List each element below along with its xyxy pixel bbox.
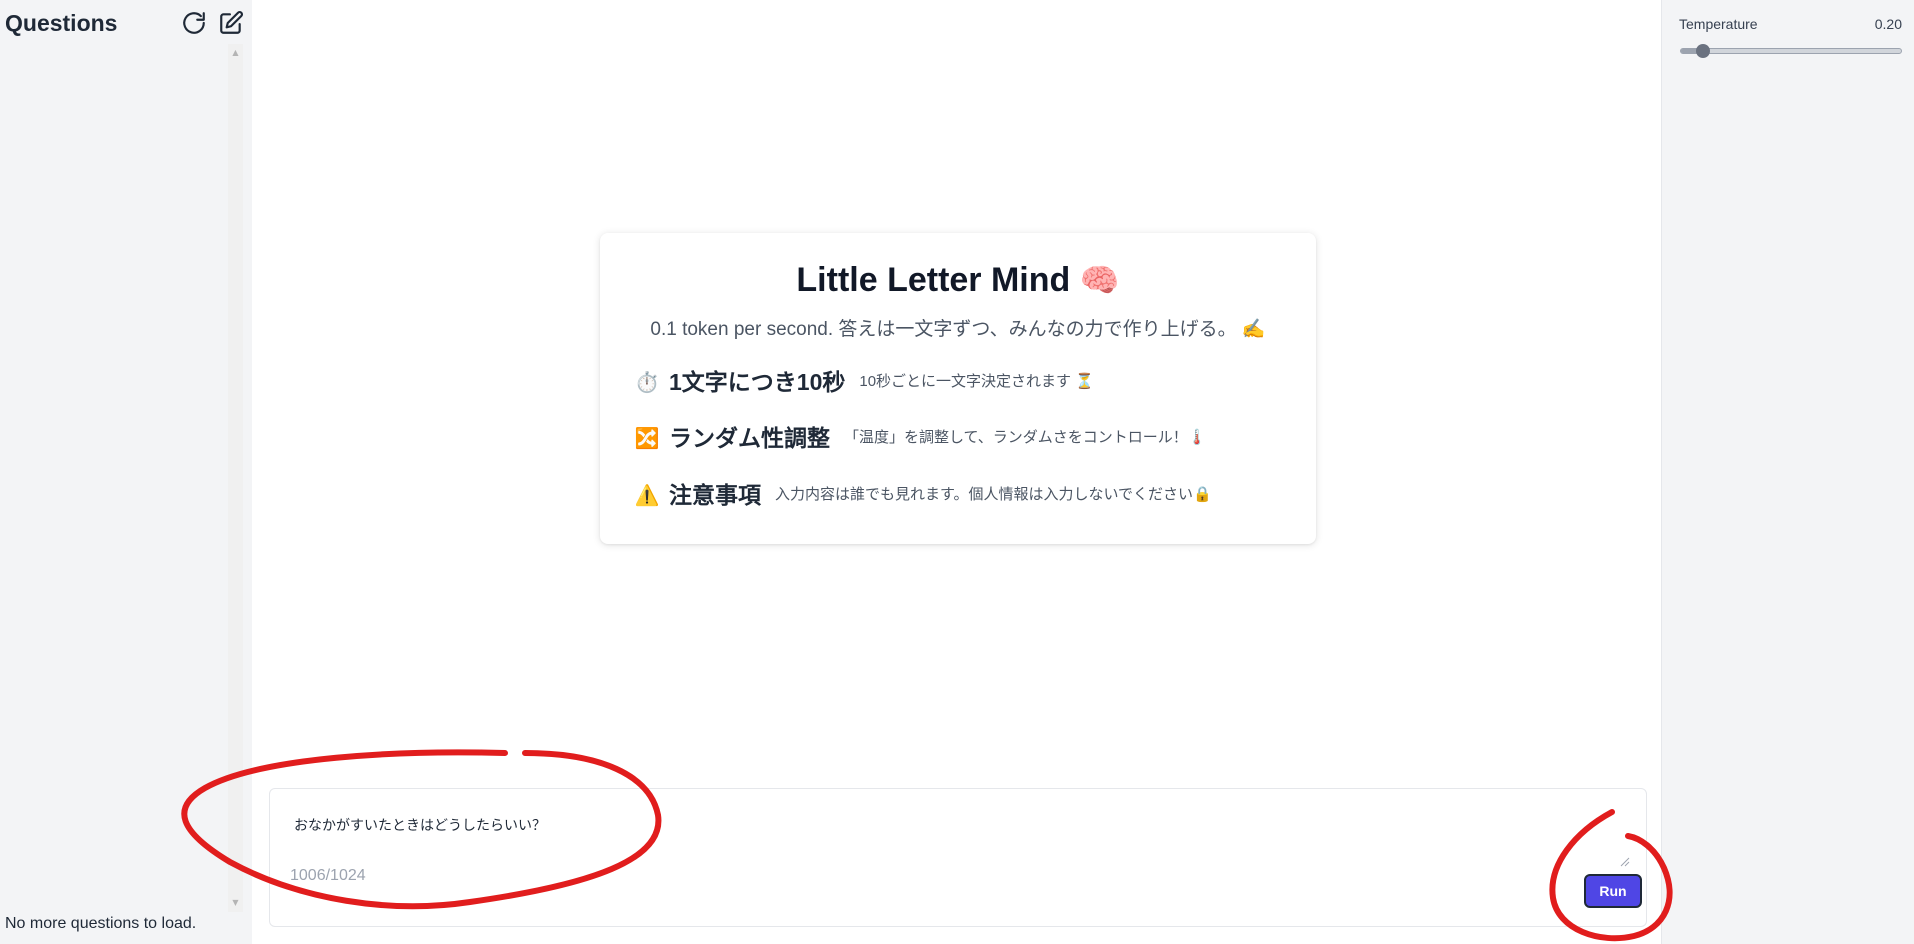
feature-description: 10秒ごとに一文字決定されます ⏳ (859, 373, 1094, 390)
char-count: 1006/1024 (290, 867, 366, 884)
warning-icon: ⚠️ (634, 483, 660, 507)
feature-title: ランダム性調整 (669, 425, 830, 451)
temperature-slider-thumb[interactable] (1696, 44, 1710, 58)
feature-title: 注意事項 (669, 482, 761, 508)
temperature-slider[interactable] (1680, 44, 1902, 58)
feature-description: 「温度」を調整して、ランダムさをコントロール！🌡️ (844, 429, 1207, 446)
new-question-button[interactable] (216, 8, 246, 38)
feature-description: 入力内容は誰でも見れます。個人情報は入力しないでください🔒 (775, 486, 1212, 503)
edit-square-icon (220, 11, 243, 34)
card-title: Little Letter Mind 🧠 (600, 259, 1316, 301)
scroll-up-arrow-icon[interactable]: ▲ (228, 47, 243, 59)
scroll-down-arrow-icon[interactable]: ▼ (228, 897, 243, 909)
refresh-button[interactable] (179, 8, 209, 38)
sidebar-scrollbar[interactable]: ▲ ▼ (228, 44, 243, 912)
card-title-text: Little Letter Mind (796, 261, 1071, 299)
no-more-questions-text: No more questions to load. (5, 915, 197, 932)
feature-row-caution: ⚠️ 注意事項 入力内容は誰でも見れます。個人情報は入力しないでください🔒 (635, 480, 1212, 510)
stopwatch-icon: ⏱️ (634, 370, 660, 394)
questions-sidebar: Questions ▲ ▼ No more questions to load. (0, 0, 252, 944)
question-input-box: 1006/1024 Run (269, 788, 1647, 927)
question-input[interactable] (294, 815, 1594, 875)
settings-panel: Temperature 0.20 (1661, 0, 1914, 944)
feature-title: 1文字につき10秒 (669, 369, 846, 395)
feature-row-randomness: 🔀 ランダム性調整 「温度」を調整して、ランダムさをコントロール！🌡️ (634, 423, 1207, 453)
refresh-icon (183, 12, 205, 34)
brain-icon: 🧠 (1079, 262, 1120, 298)
main-area: Little Letter Mind 🧠 0.1 token per secon… (252, 0, 1661, 944)
temperature-label: Temperature (1679, 16, 1758, 32)
shuffle-icon: 🔀 (634, 426, 660, 450)
run-button[interactable]: Run (1584, 874, 1642, 908)
temperature-value: 0.20 (1874, 16, 1902, 32)
feature-row-timing: ⏱️ 1文字につき10秒 10秒ごとに一文字決定されます ⏳ (635, 367, 1094, 397)
sidebar-divider (243, 0, 252, 944)
sidebar-title: Questions (5, 10, 118, 36)
resize-handle-icon[interactable] (1620, 857, 1630, 867)
card-subtitle: 0.1 token per second. 答えは一文字ずつ、みんなの力で作り上… (650, 319, 1266, 340)
